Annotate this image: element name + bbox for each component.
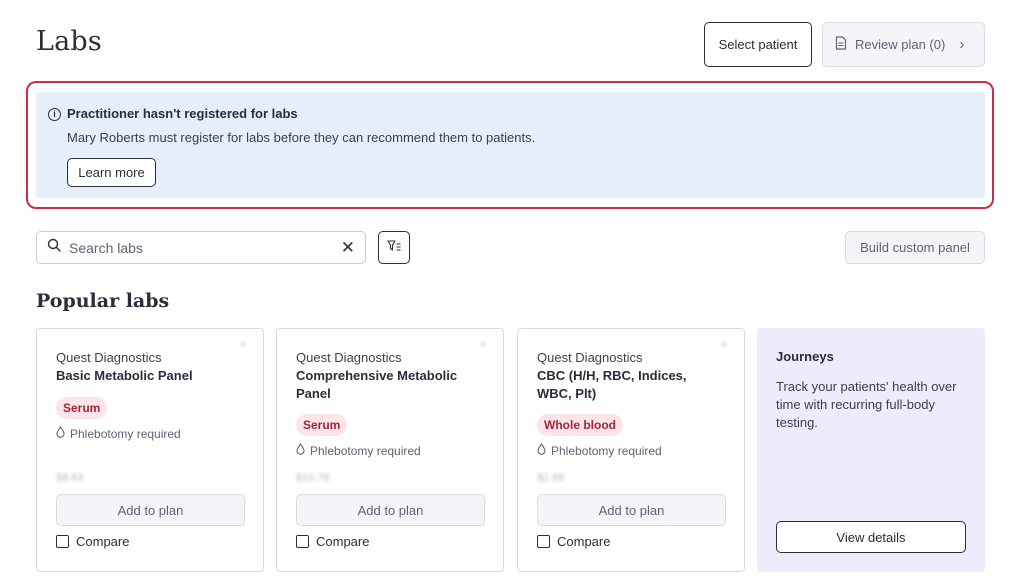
droplet-icon bbox=[56, 425, 65, 441]
learn-more-button[interactable]: Learn more bbox=[67, 158, 156, 187]
add-to-plan-button[interactable]: Add to plan bbox=[537, 494, 726, 526]
view-details-button[interactable]: View details bbox=[776, 521, 966, 553]
phlebotomy-note: Phlebotomy required bbox=[56, 425, 181, 441]
phlebotomy-note: Phlebotomy required bbox=[537, 442, 662, 458]
specimen-tag: Serum bbox=[56, 397, 108, 419]
lab-price: $10.78 bbox=[296, 472, 330, 484]
lab-vendor: Quest Diagnostics bbox=[537, 350, 643, 365]
lab-name: Comprehensive Metabolic Panel bbox=[296, 368, 458, 401]
phlebotomy-note: Phlebotomy required bbox=[296, 442, 421, 458]
journeys-card: Journeys Track your patients' health ove… bbox=[757, 328, 985, 572]
lab-card: ◆ Quest Diagnostics Comprehensive Metabo… bbox=[276, 328, 504, 572]
phlebotomy-label: Phlebotomy required bbox=[551, 443, 662, 458]
document-icon bbox=[835, 36, 847, 53]
review-plan-button[interactable]: Review plan (0) › bbox=[822, 22, 985, 67]
compare-checkbox[interactable]: Compare bbox=[56, 534, 129, 549]
lab-price: $8.63 bbox=[56, 472, 84, 484]
card-corner-icon: ◆ bbox=[720, 339, 728, 350]
specimen-tag: Serum bbox=[296, 414, 348, 436]
card-corner-icon: ◆ bbox=[479, 339, 487, 350]
registration-alert: i Practitioner hasn't registered for lab… bbox=[36, 92, 985, 198]
add-to-plan-button[interactable]: Add to plan bbox=[56, 494, 245, 526]
droplet-icon bbox=[537, 442, 546, 458]
compare-label: Compare bbox=[557, 534, 611, 549]
compare-label: Compare bbox=[316, 534, 370, 549]
alert-body: Mary Roberts must register for labs befo… bbox=[67, 130, 536, 145]
select-patient-button[interactable]: Select patient bbox=[704, 22, 812, 67]
popular-labs-title: Popular labs bbox=[36, 290, 170, 312]
lab-card: ◆ Quest Diagnostics Basic Metabolic Pane… bbox=[36, 328, 264, 572]
lab-price: $2.88 bbox=[537, 472, 565, 484]
search-input[interactable] bbox=[69, 239, 341, 256]
lab-card: ◆ Quest Diagnostics CBC (H/H, RBC, Indic… bbox=[517, 328, 745, 572]
lab-name: Basic Metabolic Panel bbox=[56, 368, 193, 383]
compare-checkbox[interactable]: Compare bbox=[296, 534, 369, 549]
lab-name: CBC (H/H, RBC, Indices, WBC, Plt) bbox=[537, 368, 687, 401]
search-icon bbox=[47, 238, 61, 257]
filter-icon bbox=[387, 239, 401, 257]
checkbox-box[interactable] bbox=[537, 535, 550, 548]
build-custom-panel-button[interactable]: Build custom panel bbox=[845, 231, 985, 264]
droplet-icon bbox=[296, 442, 305, 458]
checkbox-box[interactable] bbox=[56, 535, 69, 548]
review-plan-label: Review plan (0) bbox=[855, 37, 946, 52]
phlebotomy-label: Phlebotomy required bbox=[310, 443, 421, 458]
phlebotomy-label: Phlebotomy required bbox=[70, 426, 181, 441]
specimen-tag: Whole blood bbox=[537, 414, 623, 436]
alert-title: Practitioner hasn't registered for labs bbox=[67, 106, 298, 121]
chevron-right-icon: › bbox=[959, 36, 965, 53]
compare-label: Compare bbox=[76, 534, 130, 549]
checkbox-box[interactable] bbox=[296, 535, 309, 548]
card-corner-icon: ◆ bbox=[239, 339, 247, 350]
lab-vendor: Quest Diagnostics bbox=[296, 350, 402, 365]
compare-checkbox[interactable]: Compare bbox=[537, 534, 610, 549]
lab-vendor: Quest Diagnostics bbox=[56, 350, 162, 365]
filter-button[interactable] bbox=[378, 231, 410, 264]
journeys-description: Track your patients' health over time wi… bbox=[776, 379, 957, 430]
info-icon: i bbox=[48, 108, 61, 121]
page-title: Labs bbox=[36, 26, 102, 57]
search-box: ✕ bbox=[36, 231, 366, 264]
clear-search-icon[interactable]: ✕ bbox=[341, 238, 355, 258]
journeys-title: Journeys bbox=[776, 349, 834, 364]
add-to-plan-button[interactable]: Add to plan bbox=[296, 494, 485, 526]
